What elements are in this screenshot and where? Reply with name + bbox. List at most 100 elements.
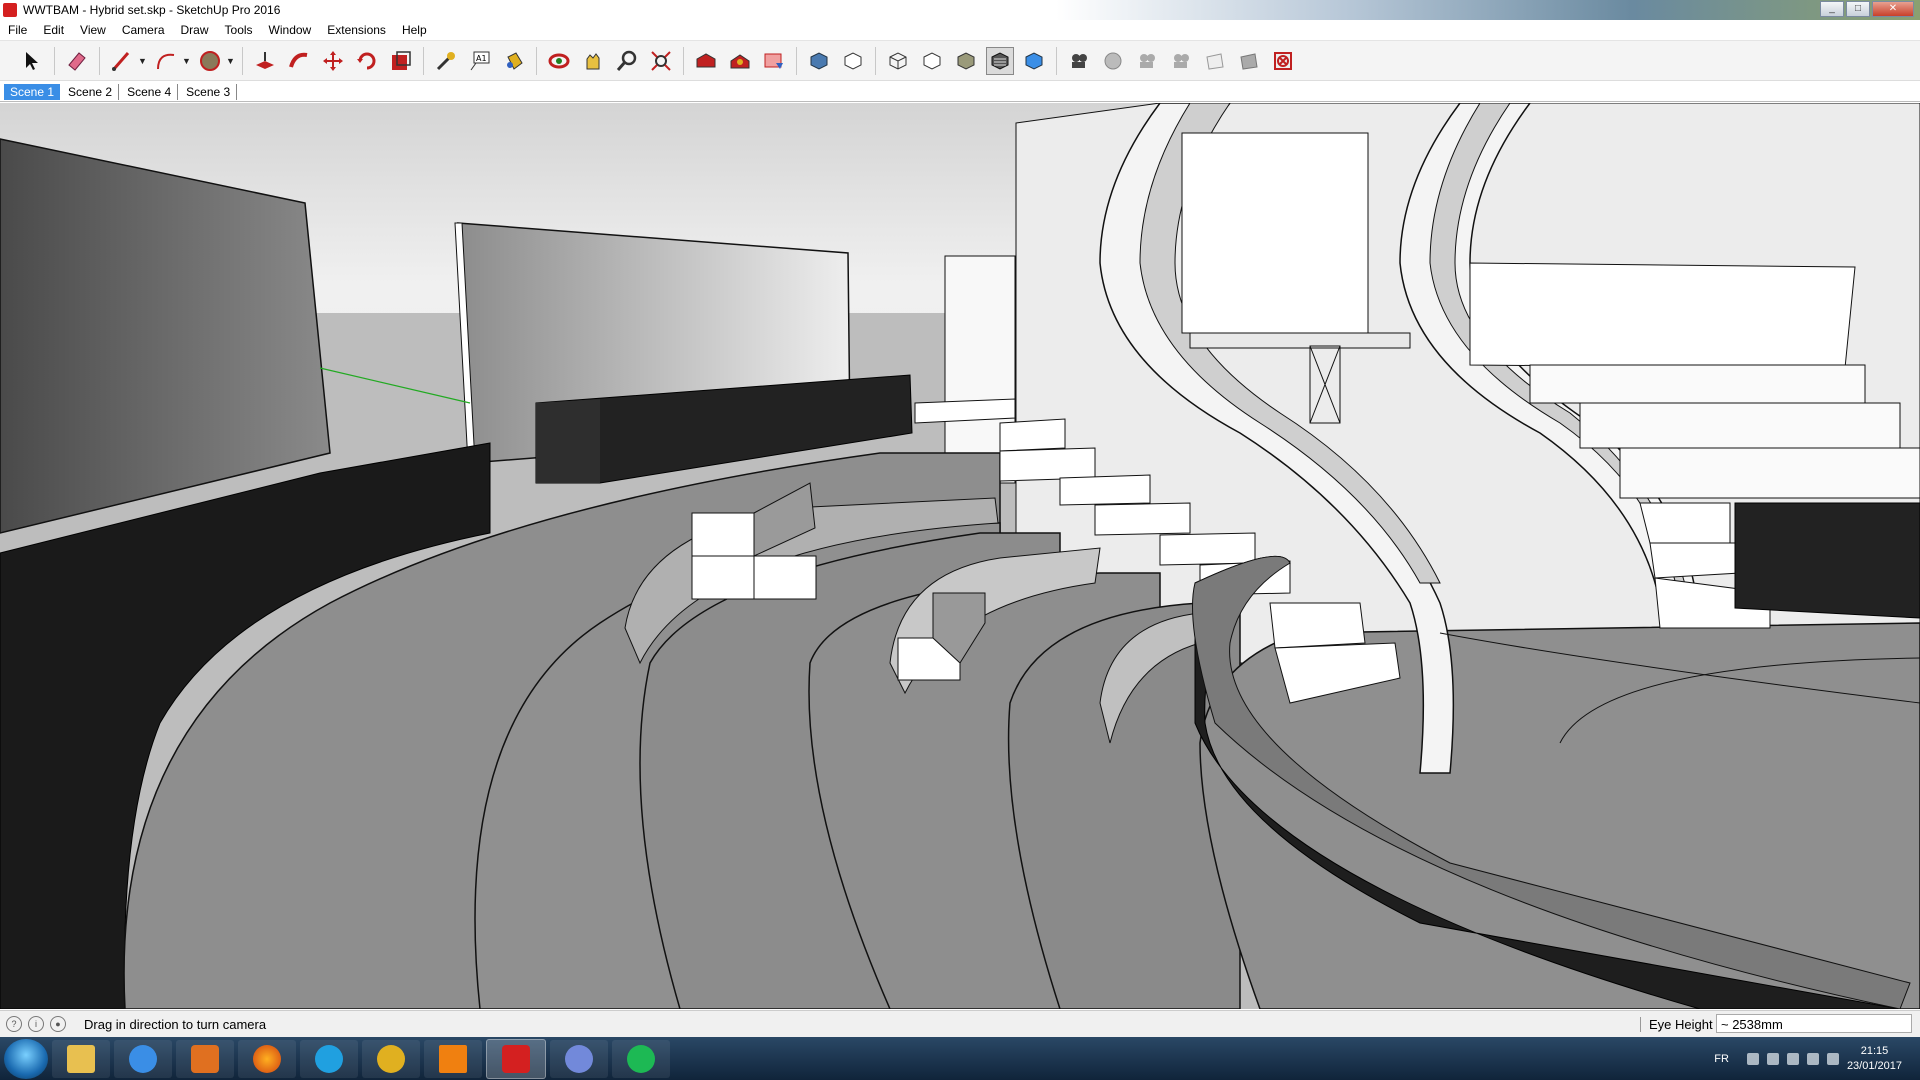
select-icon[interactable]: [18, 47, 46, 75]
clock-time: 21:15: [1860, 1044, 1889, 1057]
menu-view[interactable]: View: [72, 23, 114, 37]
toolbar-separator: [796, 46, 797, 75]
scene-tabs: Scene 1 Scene 2 Scene 4 Scene 3: [0, 82, 1920, 102]
clock-date: 23/01/2017: [1846, 1059, 1902, 1072]
clock[interactable]: 21:15 23/01/2017: [1847, 1044, 1902, 1074]
model-view[interactable]: [0, 103, 1920, 1009]
title-bar: WWTBAM - Hybrid set.skp - SketchUp Pro 2…: [0, 0, 1920, 20]
toolbar-separator: [54, 46, 55, 75]
toolbar-separator: [536, 46, 537, 75]
volume-icon[interactable]: [1786, 1052, 1799, 1065]
internet-explorer-icon[interactable]: [114, 1039, 172, 1078]
orbit-icon[interactable]: [545, 47, 573, 75]
chevron-down-icon[interactable]: ▼: [226, 56, 235, 66]
back-edges-icon[interactable]: [839, 47, 867, 75]
section-icon-6[interactable]: [1235, 47, 1263, 75]
close-button[interactable]: ✕: [1872, 1, 1914, 17]
menu-extensions[interactable]: Extensions: [319, 23, 394, 37]
toolbar-separator: [683, 46, 684, 75]
toolbar-separator: [875, 46, 876, 75]
credits-icon[interactable]: i: [28, 1016, 44, 1032]
svg-text:A1: A1: [476, 54, 487, 63]
tape-measure-icon[interactable]: [432, 47, 460, 75]
measurement-input[interactable]: ~ 2538mm: [1716, 1014, 1912, 1033]
follow-me-icon[interactable]: [285, 47, 313, 75]
menu-camera[interactable]: Camera: [114, 23, 173, 37]
section-icon-5[interactable]: [1201, 47, 1229, 75]
zoom-icon[interactable]: [613, 47, 641, 75]
section-icon-7[interactable]: [1269, 47, 1297, 75]
status-bar: ? i ● Drag in direction to turn camera E…: [0, 1010, 1920, 1037]
3d-viewport[interactable]: [0, 103, 1920, 1009]
toolbar-separator: [423, 46, 424, 75]
extension-warehouse-icon[interactable]: [726, 47, 754, 75]
menu-file[interactable]: File: [0, 23, 35, 37]
section-icon-2[interactable]: [1099, 47, 1127, 75]
toolbar-separator: [99, 46, 100, 75]
tab-scene-1[interactable]: Scene 1: [4, 83, 61, 100]
paint-bucket-icon[interactable]: [500, 47, 528, 75]
hidden-line-icon[interactable]: [918, 47, 946, 75]
minimize-button[interactable]: _: [1820, 1, 1844, 17]
section-icon-1[interactable]: [1065, 47, 1093, 75]
language-indicator[interactable]: FR: [1714, 1053, 1729, 1065]
tab-scene-3[interactable]: Scene 3: [180, 83, 238, 100]
explorer-icon[interactable]: [52, 1039, 110, 1078]
xray-icon[interactable]: [805, 47, 833, 75]
user-icon[interactable]: ●: [50, 1016, 66, 1032]
tab-scene-4[interactable]: Scene 4: [121, 83, 179, 100]
vlc-icon[interactable]: [424, 1039, 482, 1078]
eraser-icon[interactable]: [63, 47, 91, 75]
headphones-icon[interactable]: [362, 1039, 420, 1078]
tray-arrow-icon[interactable]: [1746, 1052, 1759, 1065]
warehouse-icon[interactable]: [692, 47, 720, 75]
network-icon[interactable]: [1766, 1052, 1779, 1065]
zoom-extents-icon[interactable]: [647, 47, 675, 75]
text-icon[interactable]: A1: [466, 47, 494, 75]
menu-bar: File Edit View Camera Draw Tools Window …: [0, 20, 1920, 41]
layout-icon[interactable]: [760, 47, 788, 75]
section-icon-3[interactable]: [1133, 47, 1161, 75]
section-icon-4[interactable]: [1167, 47, 1195, 75]
chevron-down-icon[interactable]: ▼: [182, 56, 191, 66]
large-toolset: ▼ ▼ ▼ A1: [0, 41, 1920, 81]
discord-icon[interactable]: [550, 1039, 608, 1078]
geolocation-icon[interactable]: ?: [6, 1016, 22, 1032]
toolbar-separator: [242, 46, 243, 75]
start-button[interactable]: [4, 1038, 48, 1079]
scale-icon[interactable]: [387, 47, 415, 75]
skype-icon[interactable]: [300, 1039, 358, 1078]
circle-icon[interactable]: [196, 47, 224, 75]
sketchup-icon[interactable]: [486, 1038, 546, 1079]
toolbar-separator: [1056, 46, 1057, 75]
media-player-icon[interactable]: [176, 1039, 234, 1078]
measurement-label: Eye Height: [1640, 1016, 1713, 1032]
pan-icon[interactable]: [579, 47, 607, 75]
status-message: Drag in direction to turn camera: [84, 1016, 267, 1032]
shaded-icon[interactable]: [952, 47, 980, 75]
firefox-icon[interactable]: [238, 1039, 296, 1078]
window-controls: _ □ ✕: [1820, 1, 1914, 17]
flag-icon[interactable]: [1806, 1052, 1819, 1065]
chevron-down-icon[interactable]: ▼: [138, 56, 147, 66]
push-pull-icon[interactable]: [251, 47, 279, 75]
menu-draw[interactable]: Draw: [173, 23, 217, 37]
maximize-button[interactable]: □: [1846, 1, 1870, 17]
spotify-icon[interactable]: [612, 1039, 670, 1078]
wireframe-icon[interactable]: [884, 47, 912, 75]
monochrome-icon[interactable]: [1020, 47, 1048, 75]
menu-tools[interactable]: Tools: [217, 23, 261, 37]
signal-icon[interactable]: [1826, 1052, 1839, 1065]
arc-icon[interactable]: [152, 47, 180, 75]
menu-window[interactable]: Window: [261, 23, 320, 37]
taskbar: FR 21:15 23/01/2017: [0, 1037, 1920, 1080]
menu-edit[interactable]: Edit: [35, 23, 72, 37]
system-tray: FR 21:15 23/01/2017: [1714, 1037, 1920, 1080]
menu-help[interactable]: Help: [394, 23, 435, 37]
move-icon[interactable]: [319, 47, 347, 75]
sketchup-app-icon: [3, 3, 17, 17]
line-icon[interactable]: [108, 47, 136, 75]
rotate-icon[interactable]: [353, 47, 381, 75]
tab-scene-2[interactable]: Scene 2: [62, 83, 120, 100]
shaded-textures-icon[interactable]: [986, 46, 1014, 75]
